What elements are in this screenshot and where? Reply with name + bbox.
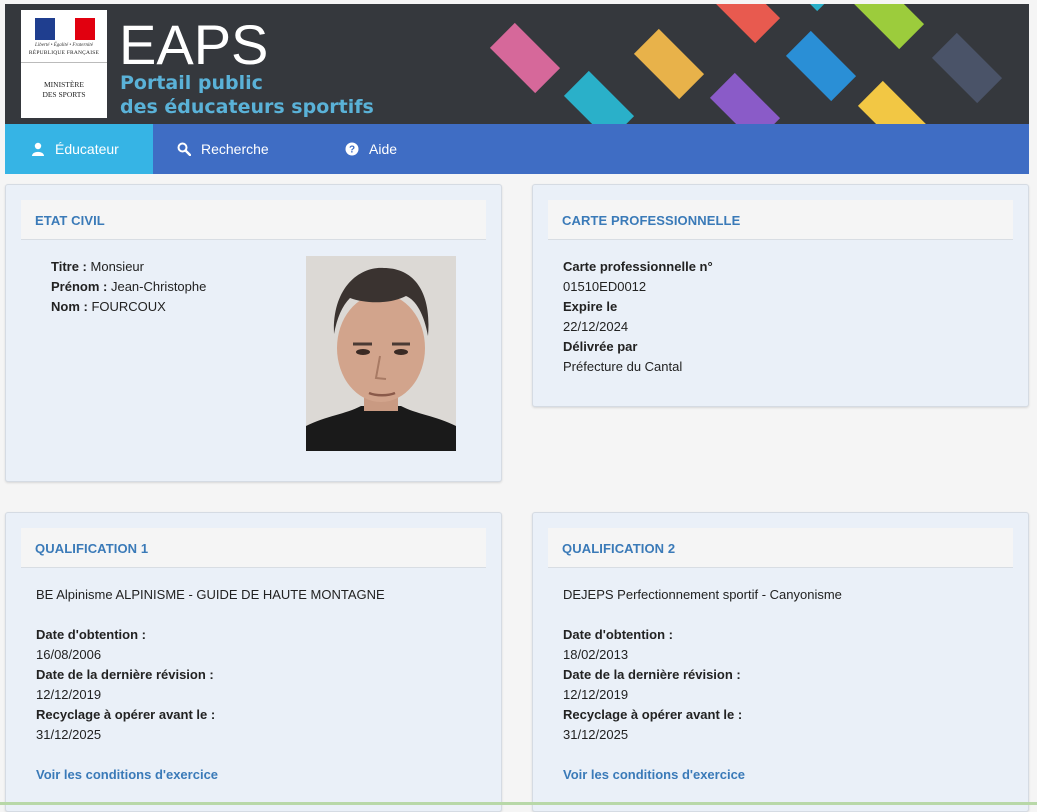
qualification-2-recyclage-value: 31/12/2025 bbox=[563, 727, 629, 742]
qualification-1-title: BE Alpinisme ALPINISME - GUIDE DE HAUTE … bbox=[36, 587, 385, 602]
q1-obtention-label-text: Date d'obtention : bbox=[36, 627, 146, 642]
carte-heading: CARTE PROFESSIONNELLE bbox=[562, 213, 741, 228]
prenom-row: Prénom : Jean-Christophe bbox=[51, 277, 206, 297]
carte-delivree-label-text: Délivrée par bbox=[563, 339, 638, 354]
ministry-line-2: DES SPORTS bbox=[42, 90, 86, 99]
prenom-value: Jean-Christophe bbox=[110, 279, 207, 294]
q2-obtention-label-text: Date d'obtention : bbox=[563, 627, 673, 642]
site-subtitle: Portail public des éducateurs sportifs bbox=[120, 71, 374, 119]
carte-numero-label: Carte professionnelle n° bbox=[563, 257, 713, 277]
nom-value: FOURCOUX bbox=[91, 299, 166, 314]
sport-tile-icon bbox=[857, 80, 929, 124]
logo-motto: Liberté • Égalité • Fraternité bbox=[35, 43, 93, 48]
qualification-1-revision-value: 12/12/2019 bbox=[36, 687, 102, 702]
sport-tile-icon bbox=[633, 28, 705, 100]
french-flag-icon bbox=[35, 18, 95, 40]
qualification-2-revision-label: Date de la dernière révision : bbox=[563, 665, 741, 685]
qualification-2-obtention-value: 18/02/2013 bbox=[563, 647, 629, 662]
carte-delivree-label: Délivrée par bbox=[563, 337, 637, 357]
carte-numero-value: 01510ED0012 bbox=[563, 279, 647, 294]
qualification-2-heading: QUALIFICATION 2 bbox=[562, 541, 676, 556]
q1-revision-label-text: Date de la dernière révision : bbox=[36, 667, 214, 682]
sport-tile-icon bbox=[709, 4, 781, 44]
site-header: Liberté • Égalité • Fraternité RÉPUBLIQU… bbox=[5, 4, 1029, 124]
q2-revision-label-text: Date de la dernière révision : bbox=[563, 667, 741, 682]
qualification-1-recyclage-label: Recyclage à opérer avant le : bbox=[36, 705, 215, 725]
qualification-2-revision-value: 12/12/2019 bbox=[563, 687, 629, 702]
subtitle-line-2: des éducateurs sportifs bbox=[120, 96, 374, 118]
qualification-2-panel: QUALIFICATION 2 DEJEPS Perfectionnement … bbox=[532, 512, 1029, 812]
portrait-image bbox=[306, 256, 456, 451]
qualification-1-header: QUALIFICATION 1 bbox=[21, 528, 486, 568]
qualification-1-revision-label: Date de la dernière révision : bbox=[36, 665, 214, 685]
nav-label-aide: Aide bbox=[369, 141, 398, 157]
ministry-logo[interactable]: Liberté • Égalité • Fraternité RÉPUBLIQU… bbox=[21, 10, 107, 118]
sport-tile-icon bbox=[563, 70, 635, 124]
nav-label-recherche: Recherche bbox=[201, 141, 269, 157]
sport-tile-icon bbox=[853, 4, 925, 50]
nav-item-educateur[interactable]: Éducateur bbox=[5, 124, 153, 174]
logo-republic: RÉPUBLIQUE FRANÇAISE bbox=[28, 50, 100, 56]
etat-civil-heading: ETAT CIVIL bbox=[35, 213, 105, 228]
subtitle-line-1: Portail public bbox=[120, 72, 263, 94]
etat-civil-header: ETAT CIVIL bbox=[21, 200, 486, 240]
carte-delivree-value: Préfecture du Cantal bbox=[563, 359, 683, 374]
qualification-1-recyclage-value: 31/12/2025 bbox=[36, 727, 102, 742]
carte-header: CARTE PROFESSIONNELLE bbox=[548, 200, 1013, 240]
nom-label: Nom : bbox=[51, 299, 88, 314]
qualification-2-title: DEJEPS Perfectionnement sportif - Canyon… bbox=[563, 587, 842, 602]
qualification-1-heading: QUALIFICATION 1 bbox=[35, 541, 149, 556]
ministry-line-1: MINISTÈRE bbox=[44, 80, 84, 89]
nav-item-aide[interactable]: ? Aide bbox=[345, 124, 435, 174]
main-nav: Éducateur Recherche ? Aide bbox=[5, 124, 1029, 174]
etat-civil-panel: ETAT CIVIL Titre : Monsieur Prénom : Jea… bbox=[5, 184, 502, 482]
search-icon bbox=[177, 142, 191, 156]
help-icon: ? bbox=[345, 142, 359, 156]
svg-text:?: ? bbox=[349, 145, 355, 156]
qualification-2-recyclage-label: Recyclage à opérer avant le : bbox=[563, 705, 742, 725]
titre-row: Titre : Monsieur bbox=[51, 257, 144, 277]
carte-professionnelle-panel: CARTE PROFESSIONNELLE Carte professionne… bbox=[532, 184, 1029, 407]
carte-expire-value: 22/12/2024 bbox=[563, 319, 629, 334]
logo-divider bbox=[21, 62, 107, 63]
titre-label: Titre : bbox=[51, 259, 87, 274]
sport-tile-icon bbox=[709, 72, 781, 124]
sport-tile-icon bbox=[489, 22, 561, 94]
qualification-2-obtention-label: Date d'obtention : bbox=[563, 625, 673, 645]
qualification-2-header: QUALIFICATION 2 bbox=[548, 528, 1013, 568]
prenom-label: Prénom : bbox=[51, 279, 108, 294]
nav-label-educateur: Éducateur bbox=[55, 141, 119, 157]
q2-recyclage-label-text: Recyclage à opérer avant le : bbox=[563, 707, 743, 722]
carte-expire-label-text: Expire le bbox=[563, 299, 618, 314]
qualification-1-conditions-link[interactable]: Voir les conditions d'exercice bbox=[36, 767, 218, 782]
educator-photo bbox=[306, 256, 456, 451]
qualification-1-panel: QUALIFICATION 1 BE Alpinisme ALPINISME -… bbox=[5, 512, 502, 812]
nav-item-recherche[interactable]: Recherche bbox=[177, 124, 307, 174]
qualification-1-obtention-label: Date d'obtention : bbox=[36, 625, 146, 645]
logo-ministry: MINISTÈRE DES SPORTS bbox=[23, 80, 105, 100]
qualification-2-conditions-link[interactable]: Voir les conditions d'exercice bbox=[563, 767, 745, 782]
user-icon bbox=[32, 142, 44, 156]
sport-tile-icon bbox=[785, 30, 857, 102]
titre-value: Monsieur bbox=[90, 259, 144, 274]
sport-tile-icon bbox=[931, 32, 1003, 104]
nom-row: Nom : FOURCOUX bbox=[51, 297, 166, 317]
site-title[interactable]: EAPS bbox=[119, 16, 268, 74]
sport-tile-icon bbox=[771, 4, 843, 12]
q1-recyclage-label-text: Recyclage à opérer avant le : bbox=[36, 707, 216, 722]
carte-expire-label: Expire le bbox=[563, 297, 617, 317]
qualification-1-obtention-value: 16/08/2006 bbox=[36, 647, 102, 662]
carte-numero-label-text: Carte professionnelle n° bbox=[563, 259, 713, 274]
